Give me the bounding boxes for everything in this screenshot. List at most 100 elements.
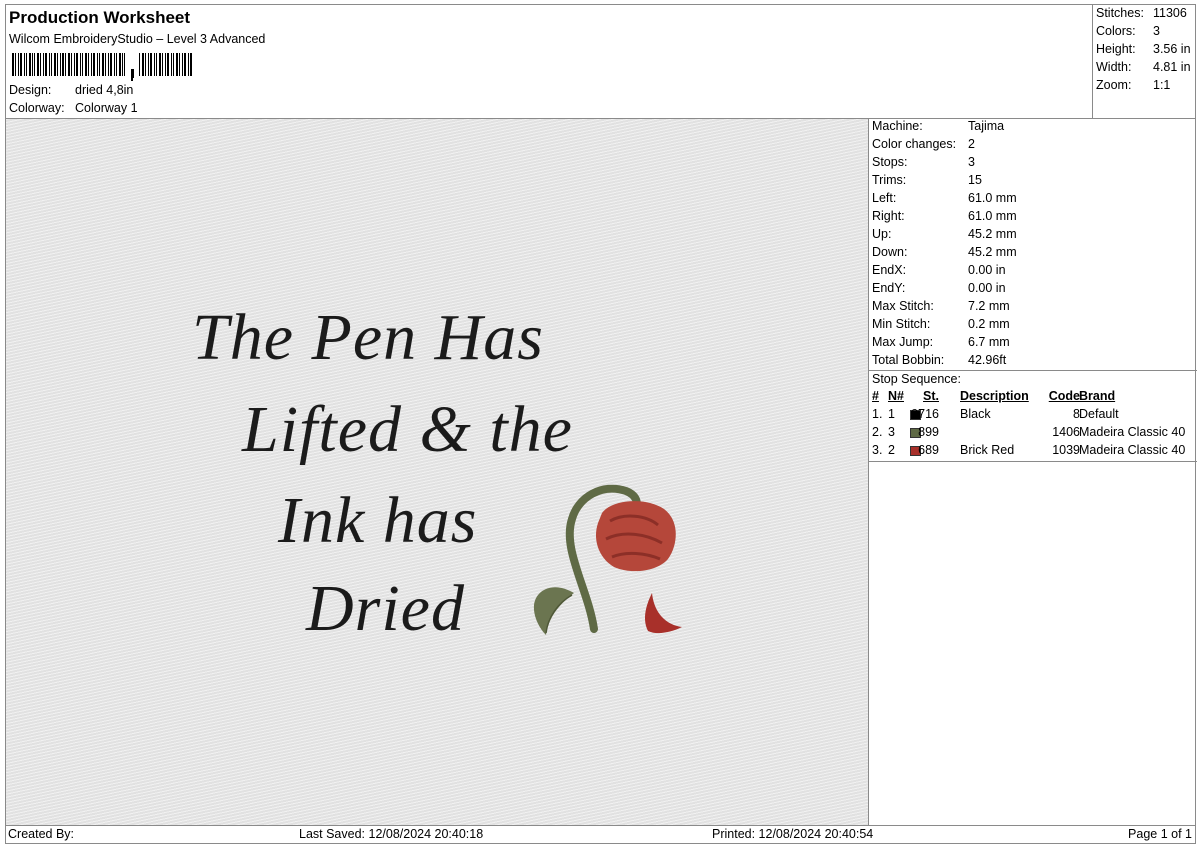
row-needle: 3 xyxy=(888,425,895,439)
design-label: Design: xyxy=(9,83,52,97)
summary-row-height: Height: 3.56 in xyxy=(1096,42,1191,56)
colorway-label: Colorway: xyxy=(9,101,65,115)
detail-value: Tajima xyxy=(968,119,1005,133)
row-code: 1039 xyxy=(1052,443,1080,457)
detail-value: 6.7 mm xyxy=(968,335,1010,349)
col-header-index: # xyxy=(872,389,879,403)
design-preview-canvas: The Pen Has Lifted & the Ink has Dried xyxy=(6,119,868,825)
summary-value: 4.81 in xyxy=(1153,60,1191,74)
detail-label: Up: xyxy=(872,227,892,241)
detail-label: Color changes: xyxy=(872,137,957,151)
summary-row-width: Width: 4.81 in xyxy=(1096,60,1191,74)
design-text-line-3: Ink has xyxy=(277,484,477,557)
summary-label: Zoom: xyxy=(1096,78,1132,92)
design-text-line-1: The Pen Has xyxy=(192,301,544,374)
row-brand: Default xyxy=(1079,407,1119,421)
detail-value: 0.00 in xyxy=(968,281,1006,295)
created-by-label: Created By: xyxy=(8,827,75,841)
detail-value: 3 xyxy=(968,155,975,169)
detail-label: Left: xyxy=(872,191,897,205)
design-text-line-2: Lifted & the xyxy=(241,393,573,466)
detail-label: Stops: xyxy=(872,155,908,169)
row-stitches: 689 xyxy=(918,443,939,457)
summary-value: 3.56 in xyxy=(1153,42,1191,56)
embroidery-design: The Pen Has Lifted & the Ink has Dried xyxy=(192,301,682,645)
detail-value: 61.0 mm xyxy=(968,209,1017,223)
detail-row-trims: Trims: 15 xyxy=(872,173,982,187)
summary-row-colors: Colors: 3 xyxy=(1096,24,1160,38)
row-stitches: 9716 xyxy=(911,407,939,421)
design-row: Design: dried 4,8in xyxy=(9,83,133,97)
row-description: Black xyxy=(960,407,991,421)
section-divider xyxy=(869,461,1197,462)
detail-value: 2 xyxy=(968,137,975,151)
colorway-row: Colorway: Colorway 1 xyxy=(9,101,138,115)
wilted-rose-illustration xyxy=(533,484,682,635)
row-index: 3. xyxy=(872,443,883,457)
machine-details-panel: Machine: Tajima Color changes: 2 Stops: 3 T… xyxy=(868,119,1197,825)
detail-label: Total Bobbin: xyxy=(872,353,945,367)
section-divider xyxy=(869,370,1197,371)
detail-row-stops: Stops: 3 xyxy=(872,155,975,169)
detail-label: Max Jump: xyxy=(872,335,934,349)
falling-petal xyxy=(645,593,682,634)
detail-value: 45.2 mm xyxy=(968,227,1017,241)
detail-value: 45.2 mm xyxy=(968,245,1017,259)
col-header-code: Code xyxy=(1048,389,1080,403)
row-needle: 1 xyxy=(888,407,895,421)
detail-row-left: Left: 61.0 mm xyxy=(872,191,1017,205)
worksheet-header: Production Worksheet Wilcom EmbroiderySt… xyxy=(5,4,1092,119)
detail-row-max-jump: Max Jump: 6.7 mm xyxy=(872,335,1010,349)
summary-row-zoom: Zoom: 1:1 xyxy=(1096,78,1170,92)
col-header-brand: Brand xyxy=(1079,389,1116,403)
design-text-line-4: Dried xyxy=(305,572,465,645)
detail-value: 0.00 in xyxy=(968,263,1006,277)
row-index: 2. xyxy=(872,425,883,439)
detail-label: Right: xyxy=(872,209,905,223)
row-description: Brick Red xyxy=(960,443,1015,457)
page-title: Production Worksheet xyxy=(9,8,191,27)
detail-label: Machine: xyxy=(872,119,923,133)
detail-row-endx: EndX: 0.00 in xyxy=(872,263,1006,277)
design-summary: Stitches: 11306 Colors: 3 Height: 3.56 in W… xyxy=(1092,4,1196,119)
barcode-image xyxy=(12,53,192,81)
rose-flower xyxy=(595,501,676,572)
design-value: dried 4,8in xyxy=(75,83,134,97)
detail-label: Max Stitch: xyxy=(872,299,934,313)
detail-label: Down: xyxy=(872,245,908,259)
summary-label: Stitches: xyxy=(1096,6,1144,20)
detail-value: 42.96ft xyxy=(968,353,1007,367)
page-number: Page 1 of 1 xyxy=(1128,827,1192,841)
software-subtitle: Wilcom EmbroideryStudio – Level 3 Advanc… xyxy=(9,32,266,46)
detail-value: 7.2 mm xyxy=(968,299,1010,313)
last-saved-timestamp: Last Saved: 12/08/2024 20:40:18 xyxy=(299,827,484,841)
detail-row-max-stitch: Max Stitch: 7.2 mm xyxy=(872,299,1010,313)
row-index: 1. xyxy=(872,407,883,421)
summary-row-stitches: Stitches: 11306 xyxy=(1096,6,1187,20)
worksheet-footer: Created By: Last Saved: 12/08/2024 20:40… xyxy=(5,825,1196,844)
summary-value: 3 xyxy=(1153,24,1160,38)
detail-label: EndY: xyxy=(872,281,906,295)
stop-sequence-label: Stop Sequence: xyxy=(872,372,961,386)
detail-row-up: Up: 45.2 mm xyxy=(872,227,1017,241)
detail-value: 61.0 mm xyxy=(968,191,1017,205)
detail-value: 15 xyxy=(968,173,982,187)
detail-label: Min Stitch: xyxy=(872,317,931,331)
printed-timestamp: Printed: 12/08/2024 20:40:54 xyxy=(712,827,874,841)
col-header-description: Description xyxy=(960,389,1029,403)
row-brand: Madeira Classic 40 xyxy=(1079,443,1186,457)
row-brand: Madeira Classic 40 xyxy=(1079,425,1186,439)
summary-label: Width: xyxy=(1096,60,1132,74)
table-header-row: # N# St. Description Code Brand xyxy=(869,389,1197,407)
summary-label: Height: xyxy=(1096,42,1136,56)
detail-row-machine: Machine: Tajima xyxy=(872,119,1004,133)
row-code: 1406 xyxy=(1052,425,1080,439)
table-row: 2. 3 899 1406 Madeira Classic 40 xyxy=(869,425,1197,443)
detail-row-endy: EndY: 0.00 in xyxy=(872,281,1006,295)
detail-label: EndX: xyxy=(872,263,907,277)
detail-row-down: Down: 45.2 mm xyxy=(872,245,1017,259)
row-needle: 2 xyxy=(888,443,895,457)
detail-label: Trims: xyxy=(872,173,907,187)
detail-row-total-bobbin: Total Bobbin: 42.96ft xyxy=(872,353,1006,367)
col-header-stitches: St. xyxy=(923,389,939,403)
